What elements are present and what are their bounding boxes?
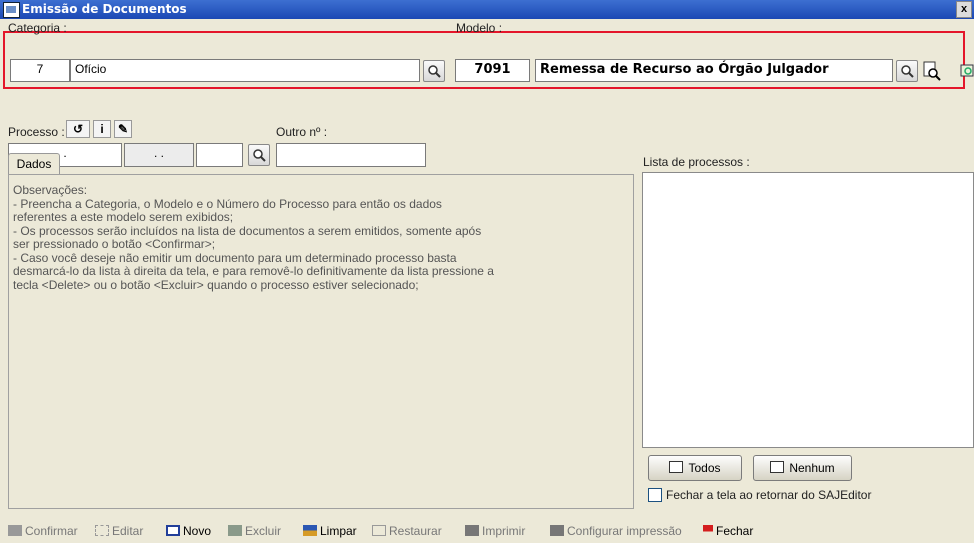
observacao-line: Observações: [13, 183, 88, 197]
magnifier-icon [428, 65, 441, 78]
print-setup-icon [550, 525, 564, 536]
window-title: Emissão de Documentos [22, 2, 187, 16]
categoria-label: Categoria : [8, 21, 67, 35]
novo-button[interactable]: Novo [166, 524, 211, 538]
processo-search-button[interactable] [248, 144, 270, 166]
close-window-button[interactable]: x [956, 1, 972, 18]
editor-icon [960, 64, 974, 77]
restore-icon [372, 525, 386, 536]
bottom-toolbar: Confirmar Editar Novo Excluir Limpar Res… [0, 521, 974, 543]
clear-icon [303, 525, 317, 536]
close-flag-icon [703, 525, 713, 536]
configurar-impressao-label: Configurar impressão [567, 524, 682, 538]
observacao-line: desmarcá-lo da lista à direita da tela, … [13, 264, 494, 278]
confirm-icon [8, 525, 22, 536]
open-editor-button[interactable] [960, 63, 974, 79]
fechar-tela-checkbox[interactable] [648, 488, 662, 502]
limpar-label: Limpar [320, 524, 357, 538]
info-icon: i [100, 122, 104, 136]
title-bar: Emissão de Documentos x [0, 0, 974, 19]
modelo-name-input[interactable]: Remessa de Recurso ao Órgão Julgador [535, 59, 893, 82]
todos-label: Todos [688, 461, 721, 475]
categoria-name-input[interactable]: Ofício [70, 59, 420, 82]
magnifier-icon [901, 65, 914, 78]
processo-attach-button[interactable]: ✎ [114, 120, 132, 138]
configurar-impressao-button[interactable]: Configurar impressão [550, 524, 682, 538]
restaurar-label: Restaurar [389, 524, 442, 538]
print-icon [465, 525, 479, 536]
lista-processos-label: Lista de processos : [643, 155, 750, 169]
observacao-line: referentes a este modelo serem exibidos; [13, 210, 234, 224]
imprimir-label: Imprimir [482, 524, 526, 538]
processo-foro-input[interactable] [196, 143, 243, 167]
limpar-button[interactable]: Limpar [303, 524, 357, 538]
processo-history-button[interactable]: ↺ [66, 120, 90, 138]
observacao-line: - Caso você deseje não emitir um documen… [13, 250, 457, 265]
outro-numero-label: Outro nº : [276, 125, 328, 139]
observacoes-text: Observações: - Preencha a Categoria, o M… [13, 183, 573, 292]
undo-arrow-icon: ↺ [72, 122, 84, 136]
pin-icon: ✎ [117, 122, 129, 136]
processo-year-input[interactable]: . . [124, 143, 194, 167]
fechar-tela-label: Fechar a tela ao retornar do SAJEditor [666, 488, 872, 502]
restaurar-button[interactable]: Restaurar [372, 524, 442, 538]
todos-button[interactable]: Todos [648, 455, 742, 481]
nenhum-button[interactable]: Nenhum [753, 455, 852, 481]
editar-label: Editar [112, 524, 144, 538]
observacao-line: ser pressionado o botão <Confirmar>; [13, 237, 216, 251]
preview-document-button[interactable] [922, 61, 942, 81]
new-icon [166, 525, 180, 536]
delete-icon [228, 525, 242, 536]
modelo-label: Modelo : [456, 21, 503, 35]
fechar-button[interactable]: Fechar [703, 524, 753, 538]
excluir-label: Excluir [245, 524, 282, 538]
check-all-icon [669, 461, 684, 473]
observacao-line: tecla <Delete> ou o botão <Excluir> quan… [13, 277, 419, 292]
document-preview-icon [923, 61, 941, 81]
edit-icon [95, 525, 109, 536]
excluir-button[interactable]: Excluir [228, 524, 281, 538]
confirmar-label: Confirmar [25, 524, 78, 538]
nenhum-label: Nenhum [789, 461, 835, 475]
processo-label: Processo : [8, 125, 65, 139]
imprimir-button[interactable]: Imprimir [465, 524, 525, 538]
modelo-code-input[interactable]: 7091 [455, 59, 530, 82]
lista-processos[interactable] [642, 172, 974, 448]
tab-dados-label: Dados [16, 157, 52, 171]
outro-numero-input[interactable] [276, 143, 426, 167]
editar-button[interactable]: Editar [95, 524, 143, 538]
magnifier-icon [253, 149, 266, 162]
novo-label: Novo [183, 524, 212, 538]
observacao-line: - Os processos serão incluídos na lista … [13, 223, 482, 238]
processo-info-button[interactable]: i [93, 120, 111, 138]
tab-dados[interactable]: Dados [8, 153, 60, 175]
app-window-icon [3, 2, 20, 18]
confirmar-button[interactable]: Confirmar [8, 524, 78, 538]
categoria-search-button[interactable] [423, 60, 445, 82]
fechar-label: Fechar [716, 524, 754, 538]
uncheck-all-icon [770, 461, 785, 473]
categoria-code-input[interactable]: 7 [10, 59, 70, 82]
observacao-line: - Preencha a Categoria, o Modelo e o Núm… [13, 196, 442, 211]
modelo-search-button[interactable] [896, 60, 918, 82]
